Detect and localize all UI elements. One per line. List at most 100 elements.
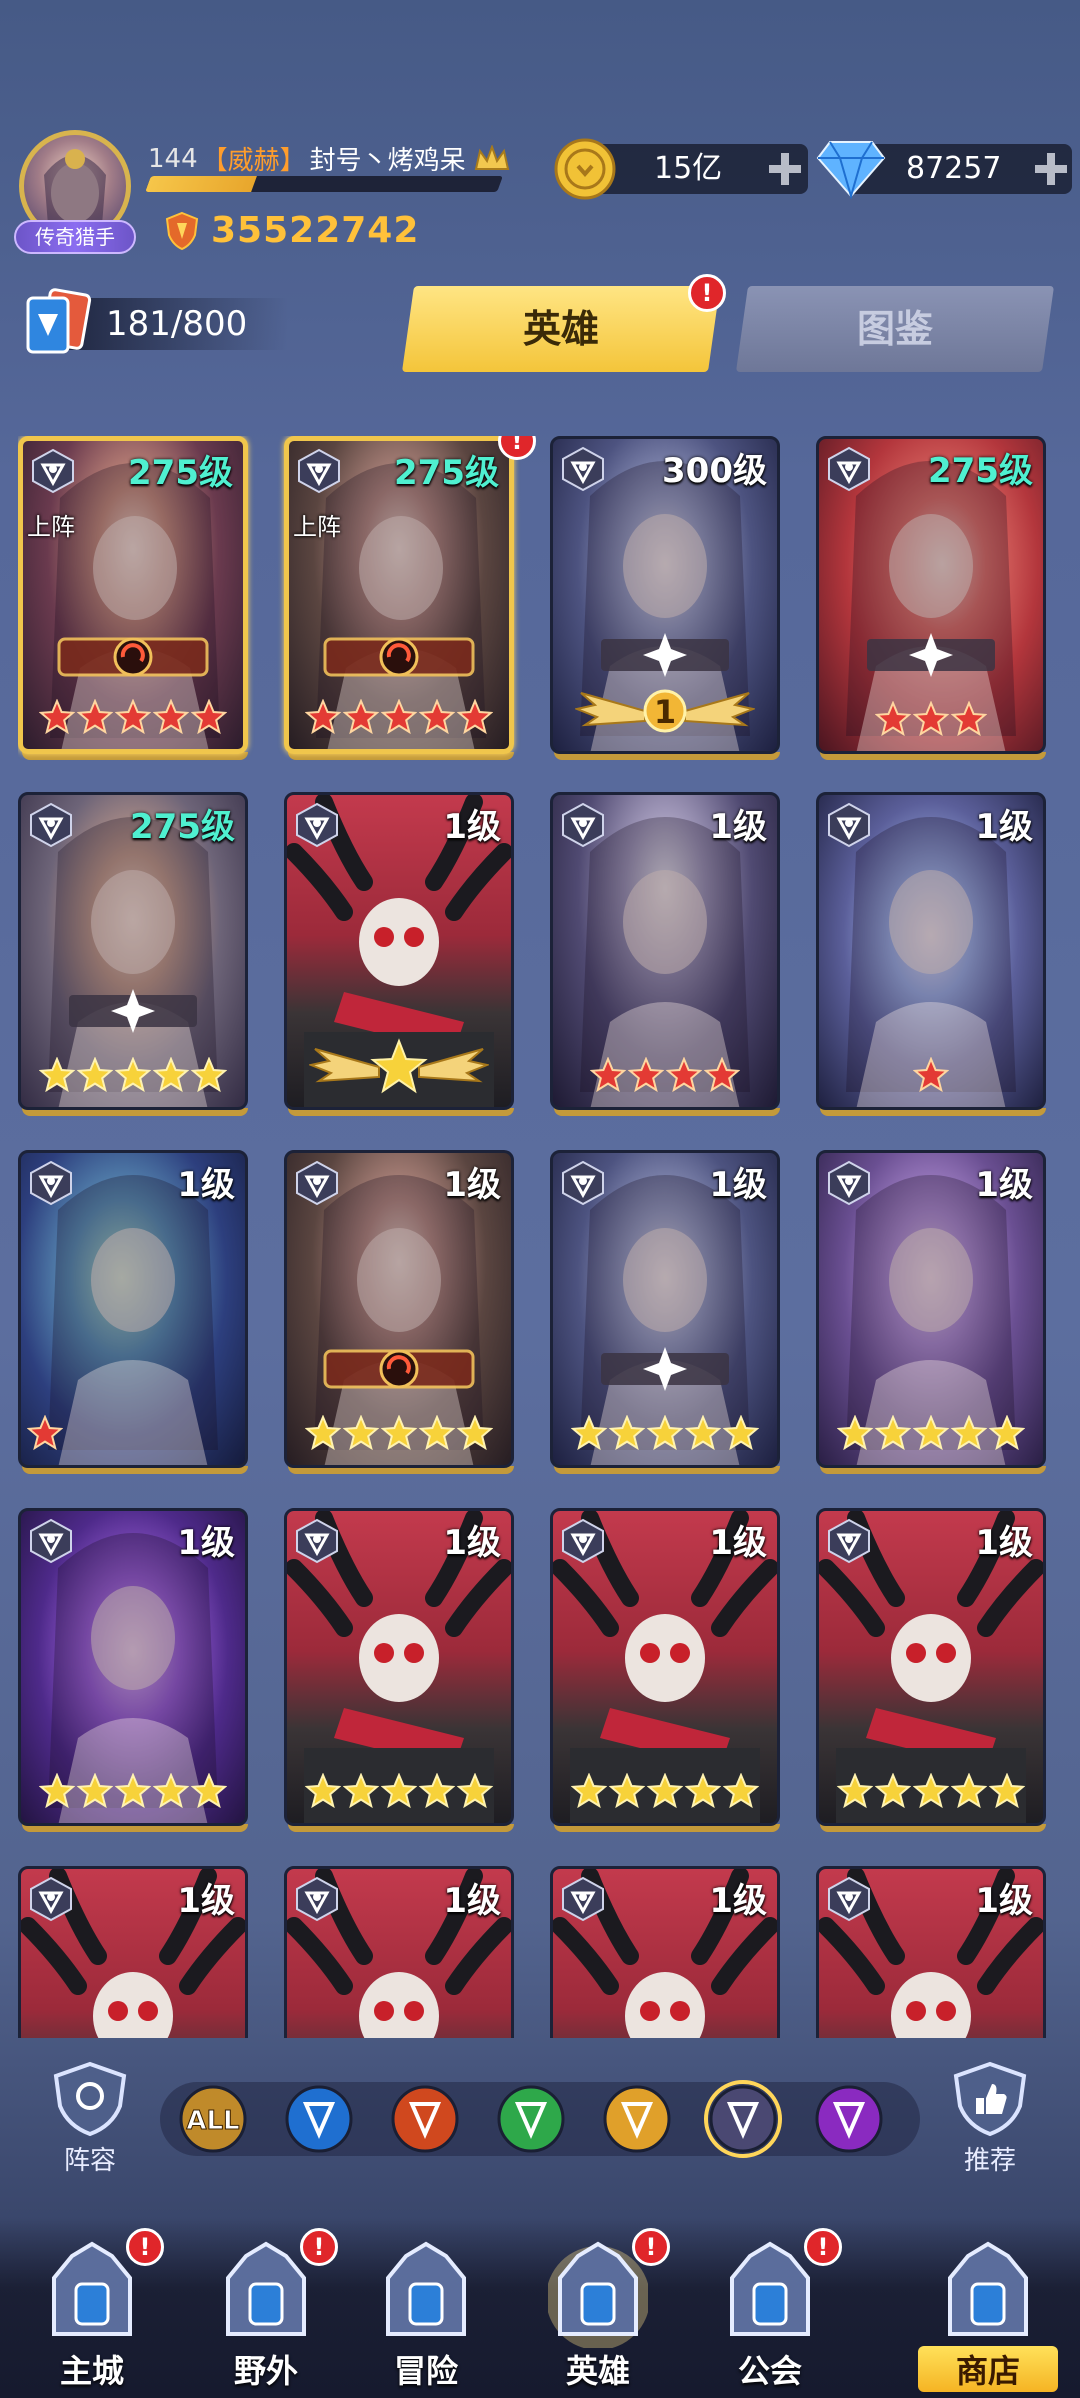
hero-emblem bbox=[861, 629, 1001, 681]
hero-level: 1级 bbox=[975, 1881, 1033, 1921]
star-icon bbox=[647, 1773, 683, 1809]
star-icon bbox=[39, 1057, 75, 1093]
star-icon bbox=[913, 1415, 949, 1451]
hero-card[interactable]: 1级 bbox=[284, 1866, 514, 2038]
hero-card[interactable]: 275级 bbox=[18, 792, 248, 1116]
dark-element-icon bbox=[27, 801, 75, 849]
hero-card[interactable]: 1级 bbox=[550, 1150, 780, 1474]
nav-item-1[interactable]: 野外! bbox=[196, 2218, 338, 2398]
hero-stars bbox=[287, 1415, 511, 1451]
dark-element-icon bbox=[825, 445, 873, 493]
hero-portrait: 1级 bbox=[18, 1508, 248, 1826]
star-icon bbox=[115, 699, 151, 735]
hero-card[interactable]: 1级 bbox=[18, 1508, 248, 1832]
hero-card[interactable]: 1级 bbox=[816, 792, 1046, 1116]
hero-card[interactable]: 275级 上阵! bbox=[284, 436, 536, 760]
star-icon bbox=[343, 1415, 379, 1451]
dark-element-icon bbox=[27, 1517, 75, 1565]
nav-label: 商店 bbox=[918, 2346, 1058, 2392]
player-title-badge: 传奇猎手 bbox=[14, 220, 136, 254]
hero-portrait: 1级 bbox=[816, 1508, 1046, 1826]
lineup-button[interactable]: 阵容 bbox=[40, 2058, 140, 2177]
star-icon bbox=[913, 1773, 949, 1809]
lineup-icon bbox=[53, 2061, 127, 2137]
tab-heroes-alert-badge: ! bbox=[688, 274, 726, 312]
adventure-gate-icon bbox=[376, 2238, 476, 2348]
hero-portrait: 1级 bbox=[550, 1508, 780, 1826]
hero-level: 1级 bbox=[443, 1881, 501, 1921]
hero-card[interactable]: 1级 bbox=[550, 792, 780, 1116]
hero-card[interactable]: 300级 1 bbox=[550, 436, 780, 760]
nav-item-2[interactable]: 冒险 bbox=[356, 2218, 496, 2398]
dark-element-icon bbox=[293, 1517, 341, 1565]
hero-card[interactable]: 1级 bbox=[816, 1508, 1046, 1832]
hero-card[interactable]: 1级 bbox=[284, 792, 514, 1116]
star-icon bbox=[685, 1773, 721, 1809]
hero-card[interactable]: 1级 bbox=[18, 1866, 248, 2038]
hero-card[interactable]: 1级 bbox=[816, 1150, 1046, 1474]
hero-stars bbox=[819, 1773, 1043, 1809]
hero-portrait: 1级 bbox=[816, 1150, 1046, 1468]
hero-portrait: 1级 bbox=[284, 1150, 514, 1468]
nav-item-0[interactable]: 主城! bbox=[22, 2218, 164, 2398]
star-icon bbox=[666, 1057, 702, 1093]
hero-card[interactable]: 1级 bbox=[18, 1150, 248, 1474]
filter-dark-icon[interactable] bbox=[704, 2080, 782, 2158]
star-icon bbox=[457, 1773, 493, 1809]
winged-rank-badge-icon bbox=[309, 1031, 489, 1101]
player-avatar[interactable]: 传奇猎手 bbox=[14, 130, 136, 260]
star-icon bbox=[77, 1057, 113, 1093]
nav-item-4[interactable]: 公会! bbox=[700, 2218, 842, 2398]
nav-item-5[interactable]: 商店 bbox=[918, 2218, 1058, 2398]
dark-element-icon bbox=[825, 1517, 873, 1565]
nav-label: 英雄 bbox=[565, 2352, 630, 2390]
hero-level: 1级 bbox=[975, 1165, 1033, 1205]
star-icon bbox=[191, 699, 227, 735]
star-icon bbox=[951, 1415, 987, 1451]
hero-card[interactable]: 1级 bbox=[550, 1866, 780, 2038]
nav-label: 主城 bbox=[59, 2352, 124, 2390]
hero-portrait: 275级 bbox=[816, 436, 1046, 754]
hero-card[interactable]: 1级 bbox=[284, 1508, 514, 1832]
hero-card[interactable]: 1级 bbox=[550, 1508, 780, 1832]
nav-item-3[interactable]: 英雄! bbox=[528, 2218, 670, 2398]
star-icon bbox=[837, 1415, 873, 1451]
element-filter-bar: 阵容 推荐 ALL bbox=[40, 2058, 1040, 2178]
svg-text:1: 1 bbox=[654, 693, 676, 731]
bottom-nav: 主城! 野外! 冒险 英雄! 公会! 商店 bbox=[0, 2218, 1080, 2398]
lineup-label: 阵容 bbox=[63, 2146, 116, 2176]
filter-void-icon[interactable] bbox=[810, 2080, 888, 2158]
filter-wind-icon[interactable] bbox=[492, 2080, 570, 2158]
dark-element-icon bbox=[559, 801, 607, 849]
filter-light-icon[interactable] bbox=[598, 2080, 676, 2158]
filter-fire-icon[interactable] bbox=[386, 2080, 464, 2158]
hero-portrait: 275级 上阵 bbox=[18, 436, 248, 754]
nav-alert-badge: ! bbox=[804, 2228, 842, 2266]
add-diamond-button[interactable] bbox=[1030, 148, 1072, 190]
hero-emblem bbox=[595, 629, 735, 681]
hero-card[interactable]: 275级 上阵 bbox=[18, 436, 248, 760]
hero-level: 275级 bbox=[394, 453, 499, 493]
tab-codex-label: 图鉴 bbox=[856, 307, 933, 351]
dark-element-icon bbox=[293, 1875, 341, 1923]
hero-portrait: 1级 bbox=[18, 1866, 248, 2038]
hero-card[interactable]: 1级 bbox=[816, 1866, 1046, 2038]
dark-element-icon bbox=[559, 1875, 607, 1923]
add-gold-button[interactable] bbox=[764, 148, 806, 190]
dark-element-icon bbox=[559, 1159, 607, 1207]
star-icon bbox=[875, 1415, 911, 1451]
hero-card[interactable]: 275级 bbox=[816, 436, 1046, 760]
diamond-icon bbox=[816, 136, 886, 200]
deployed-label: 上阵 bbox=[27, 513, 75, 541]
star-icon bbox=[457, 699, 493, 735]
hero-level: 275级 bbox=[928, 451, 1033, 491]
star-icon bbox=[571, 1773, 607, 1809]
shield-power-icon bbox=[165, 211, 199, 251]
hero-level: 1级 bbox=[709, 1165, 767, 1205]
recommend-button[interactable]: 推荐 bbox=[940, 2058, 1040, 2177]
hero-stars bbox=[287, 1773, 511, 1809]
hero-card[interactable]: 1级 bbox=[284, 1150, 514, 1474]
filter-water-icon[interactable] bbox=[280, 2080, 358, 2158]
hero-level: 1级 bbox=[709, 1523, 767, 1563]
filter-all-icon[interactable]: ALL bbox=[174, 2080, 252, 2158]
